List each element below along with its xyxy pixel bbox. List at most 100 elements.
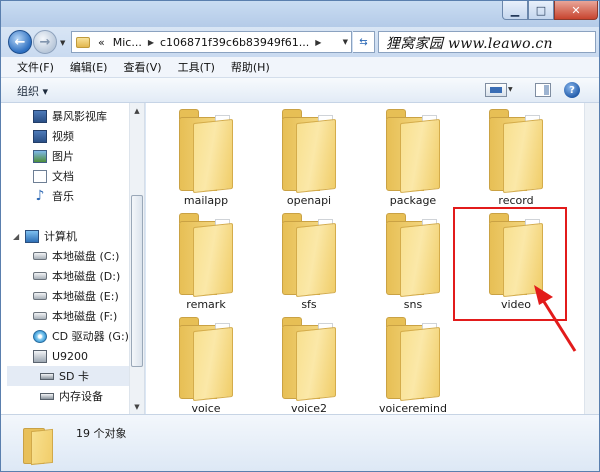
folder-item-record[interactable]: record [466, 105, 566, 207]
nav-item-label: 本地磁盘 (E:) [52, 290, 119, 303]
nav-item-music[interactable]: ♪ 音乐 [33, 186, 74, 206]
content-scrollbar[interactable] [584, 103, 599, 414]
nav-item-documents[interactable]: 文档 [33, 166, 74, 186]
system-drive-icon [33, 252, 47, 260]
documents-icon [33, 169, 47, 183]
nav-item-drive-e[interactable]: 本地磁盘 (E:) [33, 286, 119, 306]
folder-item-openapi[interactable]: openapi [259, 105, 359, 207]
organize-button[interactable]: 组织 ▾ [17, 83, 48, 99]
menu-help[interactable]: 帮助(H) [223, 59, 278, 75]
help-icon[interactable]: ? [564, 82, 580, 98]
menu-file[interactable]: 文件(F) [9, 59, 62, 75]
forward-arrow-icon: → [39, 34, 51, 50]
folder-item-sns[interactable]: sns [363, 209, 463, 311]
folder-item-voice[interactable]: voice [156, 313, 256, 415]
folder-icon [386, 317, 440, 402]
menu-view[interactable]: 查看(V) [115, 59, 169, 75]
nav-item-computer[interactable]: 计算机 [25, 226, 77, 246]
folder-label: mailapp [183, 194, 229, 207]
title-bar: ▁ □ ✕ [1, 1, 599, 27]
nav-item-videos[interactable]: 视频 [33, 126, 74, 146]
folder-label: openapi [286, 194, 332, 207]
expand-arrow-icon[interactable]: ◢ [13, 232, 19, 241]
folder-icon [386, 213, 440, 298]
folder-label: sns [403, 298, 423, 311]
nav-item-video-library[interactable]: 暴风影视库 [33, 106, 107, 126]
nav-item-pictures[interactable]: 图片 [33, 146, 74, 166]
maximize-icon: □ [535, 3, 547, 17]
nav-item-drive-c[interactable]: 本地磁盘 (C:) [33, 246, 119, 266]
nav-item-u9200[interactable]: U9200 [33, 346, 88, 366]
explorer-window: ▁ □ ✕ ← → ▼ « Mic... ▶ c106871f39c6b8394… [0, 0, 600, 472]
nav-item-label: 视频 [52, 130, 74, 143]
close-icon: ✕ [571, 3, 581, 17]
nav-item-label: CD 驱动器 (G:) H [52, 330, 141, 343]
folder-icon [489, 109, 543, 194]
scroll-down-icon[interactable]: ▼ [130, 399, 144, 414]
nav-item-storage-device[interactable]: 内存设备 [40, 386, 103, 406]
view-options-dropdown-icon[interactable]: ▼ [508, 86, 513, 93]
nav-item-label: 图片 [52, 150, 74, 163]
nav-item-sd-card[interactable]: SD 卡 [7, 366, 129, 386]
breadcrumb-segment[interactable]: c106871f39c6b83949f61... [156, 36, 313, 49]
nav-item-label: SD 卡 [59, 370, 89, 383]
recent-pages-dropdown[interactable]: ▼ [60, 39, 65, 47]
menu-edit[interactable]: 编辑(E) [62, 59, 116, 75]
folder-icon [76, 36, 90, 48]
folder-item-sfs[interactable]: sfs [259, 209, 359, 311]
change-view-icon[interactable] [485, 83, 507, 97]
address-bar[interactable]: « Mic... ▶ c106871f39c6b83949f61... ▶ ▼ [71, 31, 352, 53]
folder-item-voice2[interactable]: voice2 [259, 313, 359, 415]
folder-icon [179, 317, 233, 402]
red-arrow-annotation [534, 285, 577, 352]
nav-pane-scrollbar[interactable]: ▲ ▼ [129, 103, 144, 414]
menu-tools[interactable]: 工具(T) [170, 59, 223, 75]
scroll-up-icon[interactable]: ▲ [130, 103, 144, 118]
phone-device-icon [33, 349, 47, 363]
forward-button[interactable]: → [33, 30, 57, 54]
drive-icon [33, 312, 47, 320]
back-button[interactable]: ← [8, 30, 32, 54]
maximize-button[interactable]: □ [528, 1, 554, 20]
music-icon: ♪ [35, 187, 45, 204]
storage-device-icon [40, 392, 54, 400]
nav-item-cd-drive[interactable]: CD 驱动器 (G:) H [33, 326, 141, 346]
computer-icon [25, 229, 39, 243]
breadcrumb-separator-icon[interactable]: ▶ [146, 38, 156, 47]
breadcrumb-separator-icon[interactable]: ▶ [313, 38, 323, 47]
folder-item-voiceremind[interactable]: voiceremind [363, 313, 463, 415]
nav-item-label: 本地磁盘 (D:) [52, 270, 121, 283]
sd-card-icon [40, 372, 54, 380]
minimize-button[interactable]: ▁ [502, 1, 528, 20]
nav-item-label: 计算机 [44, 230, 77, 243]
folder-icon [179, 109, 233, 194]
folder-icon [282, 213, 336, 298]
drive-icon [33, 292, 47, 300]
close-button[interactable]: ✕ [554, 1, 598, 20]
nav-item-label: 文档 [52, 170, 74, 183]
back-arrow-icon: ← [14, 34, 26, 50]
nav-item-drive-f[interactable]: 本地磁盘 (F:) [33, 306, 117, 326]
breadcrumb-overflow[interactable]: « [94, 36, 109, 49]
nav-item-label: 本地磁盘 (F:) [52, 310, 118, 323]
drive-icon [33, 272, 47, 280]
scrollbar-thumb[interactable] [131, 195, 143, 367]
refresh-button[interactable]: ⇆ [353, 31, 375, 53]
minimize-icon: ▁ [510, 3, 520, 17]
folder-item-remark[interactable]: remark [156, 209, 256, 311]
folder-label: record [498, 194, 534, 207]
breadcrumb-segment[interactable]: Mic... [109, 36, 146, 49]
pictures-icon [33, 149, 47, 163]
folder-item-mailapp[interactable]: mailapp [156, 105, 256, 207]
cd-drive-icon [33, 329, 47, 343]
nav-item-drive-d[interactable]: 本地磁盘 (D:) [33, 266, 120, 286]
refresh-arrows-icon: ⇆ [359, 36, 368, 48]
folder-icon [282, 109, 336, 194]
video-library-icon [33, 109, 47, 123]
preview-pane-icon[interactable] [535, 83, 551, 97]
folder-item-package[interactable]: package [363, 105, 463, 207]
item-count: 19 个对象 [76, 427, 127, 440]
address-dropdown-icon[interactable]: ▼ [343, 38, 348, 46]
details-pane: 19 个对象 [1, 414, 599, 471]
nav-item-label: 暴风影视库 [52, 110, 107, 123]
